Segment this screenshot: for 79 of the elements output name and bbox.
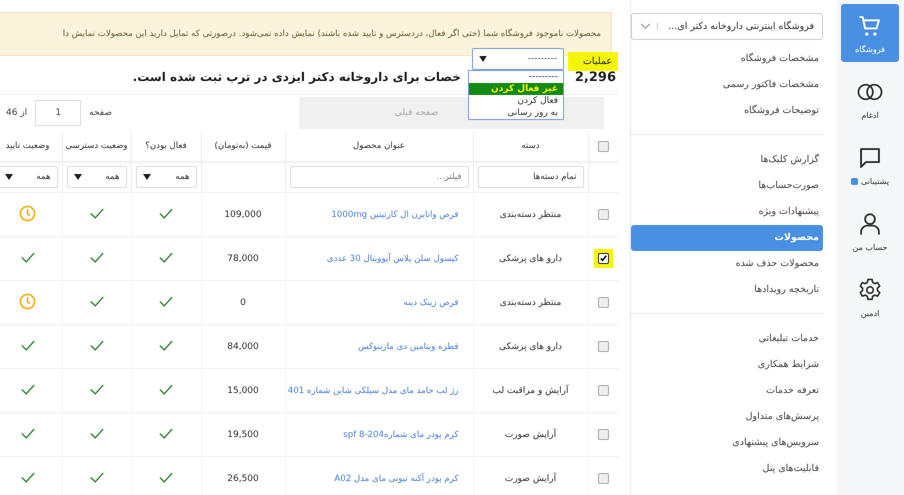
category-cell: آرایش صورت	[504, 430, 556, 440]
page-total: از 46	[6, 108, 28, 118]
column-header: وضعیت تایید	[6, 141, 50, 151]
row-checkbox[interactable]	[598, 253, 609, 264]
product-link[interactable]: کپسول سلن پلاس آپووینال 30 عددی	[326, 254, 458, 264]
category-cell: منتظر دسته‌بندی	[500, 298, 562, 308]
sidebar-item[interactable]: سرویس‌های پیشنهادی	[631, 430, 823, 456]
category-cell: آرایش و مراقبت لب	[492, 386, 568, 396]
rail-tab[interactable]: ادمین	[841, 268, 899, 326]
row-checkbox[interactable]	[598, 341, 609, 352]
product-link[interactable]: قرص زینک دینه	[404, 298, 458, 308]
row-checkbox[interactable]	[598, 209, 609, 220]
category-cell: آرایش صورت	[504, 474, 556, 484]
category-cell: دارو های پزشکی	[499, 342, 562, 352]
price-cell: 26,500	[227, 474, 259, 484]
price-cell: 0	[240, 298, 246, 308]
product-link[interactable]: قرص واتابرن ال کارتیتین 1000mg	[331, 210, 458, 220]
rail-label: ادمین	[860, 308, 880, 318]
page-title: خصات برای داروخانه دکتر ایزدی در ترب ثبت شده است.	[132, 70, 461, 84]
rail-tab[interactable]: حساب من	[841, 202, 899, 260]
sidebar-item[interactable]: پرسش‌های متداول	[631, 404, 823, 430]
price-cell: 78,000	[227, 254, 259, 264]
row-checkbox[interactable]	[598, 429, 609, 440]
category-cell: منتظر دسته‌بندی	[500, 210, 562, 220]
row-checkbox[interactable]	[598, 473, 609, 484]
row-checkbox[interactable]	[598, 385, 609, 396]
select-all-checkbox[interactable]	[598, 140, 609, 152]
price-cell: 109,000	[224, 210, 262, 220]
person-icon	[857, 210, 883, 236]
actions-select[interactable]: ---------	[472, 48, 564, 70]
price-cell: 19,500	[227, 430, 259, 440]
product-link[interactable]: کرم پودر آکنه تیوبی مای مدل A02	[334, 474, 458, 484]
sidebar-item[interactable]: توضیحات فروشگاه	[631, 98, 823, 124]
category-cell: دارو های پزشکی	[499, 254, 562, 264]
column-header: قیمت (به‌تومان)	[214, 141, 272, 151]
product-count: 2,296	[574, 70, 616, 85]
dropdown-option[interactable]: فعال کردن	[469, 95, 563, 107]
dropdown-option[interactable]: ---------	[469, 71, 563, 83]
access-filter[interactable]: همه	[66, 166, 126, 188]
rail-label: فروشگاه	[855, 44, 885, 54]
sidebar-item[interactable]: تعرفه خدمات	[631, 378, 823, 404]
active-filter[interactable]: همه	[136, 166, 196, 188]
column-header: فعال بودن؟	[145, 141, 187, 151]
gear-icon	[857, 276, 883, 302]
product-link[interactable]: کرم پودر مای شماره204-8 spf	[343, 430, 458, 440]
title-filter-field[interactable]: فیلتر...	[290, 166, 468, 188]
sidebar-item[interactable]: شرایط همکاری	[631, 352, 823, 378]
price-cell: 84,000	[227, 342, 259, 352]
product-link[interactable]: رژ لب جامد مای مدل سیلکی شاین شماره 401	[288, 386, 458, 396]
rail-label: ادغام	[861, 110, 879, 120]
price-cell: 15,000	[227, 386, 259, 396]
sidebar-item[interactable]: تاریخچه رویدادها	[631, 277, 823, 303]
column-header: عنوان محصول	[353, 141, 405, 151]
rail-label: حساب من	[852, 242, 888, 252]
store-select[interactable]: فروشگاه اینترنتی داروخانه دکتر ای...	[631, 13, 823, 40]
warning-banner: محصولات ناموجود فروشگاه شما (حتی اگر فعال، دردسترس و تایید شده باشند) نمایش داده نمی‌شود. درصورتی که تمایل دارید این محصولات نمایش دا	[0, 12, 612, 56]
approval-filter[interactable]: همه	[0, 166, 58, 188]
column-header: وضعیت دسترسی	[65, 141, 128, 151]
dropdown-option[interactable]: غیر فعال کردن	[469, 83, 563, 95]
sidebar-item[interactable]: صورت‌حساب‌ها	[631, 173, 823, 199]
sidebar-item[interactable]: گزارش کلیک‌ها	[631, 147, 823, 173]
rail-tab[interactable]: پشتیبانی	[841, 136, 899, 194]
rail-label: پشتیبانی	[861, 176, 889, 186]
column-header: دسته	[521, 141, 540, 151]
rail-tab[interactable]: ادغام	[841, 70, 899, 128]
sidebar-item[interactable]: پیشنهادات ویژه	[631, 199, 823, 225]
product-link[interactable]: قطره ویتامین دی مارینوکس	[358, 342, 458, 352]
actions-label: عملیات	[568, 52, 618, 71]
chevron-down-icon	[640, 23, 658, 30]
sidebar-item[interactable]: مشخصات فاکتور رسمی	[631, 72, 823, 98]
sidebar-item[interactable]: خدمات تبلیغاتی	[631, 326, 823, 352]
sidebar-item[interactable]: قابلیت‌های پنل	[631, 456, 823, 482]
page-label: صفحه	[89, 108, 112, 118]
row-checkbox[interactable]	[598, 297, 609, 308]
category-filter[interactable]: تمام دسته‌ها	[478, 166, 584, 188]
dropdown-option[interactable]: به روز رسانی	[469, 107, 563, 119]
page-input[interactable]: 1	[35, 100, 82, 126]
sidebar-item[interactable]: مشخصات فروشگاه	[631, 46, 823, 72]
sidebar-item[interactable]: محصولات حذف شده	[631, 251, 823, 277]
